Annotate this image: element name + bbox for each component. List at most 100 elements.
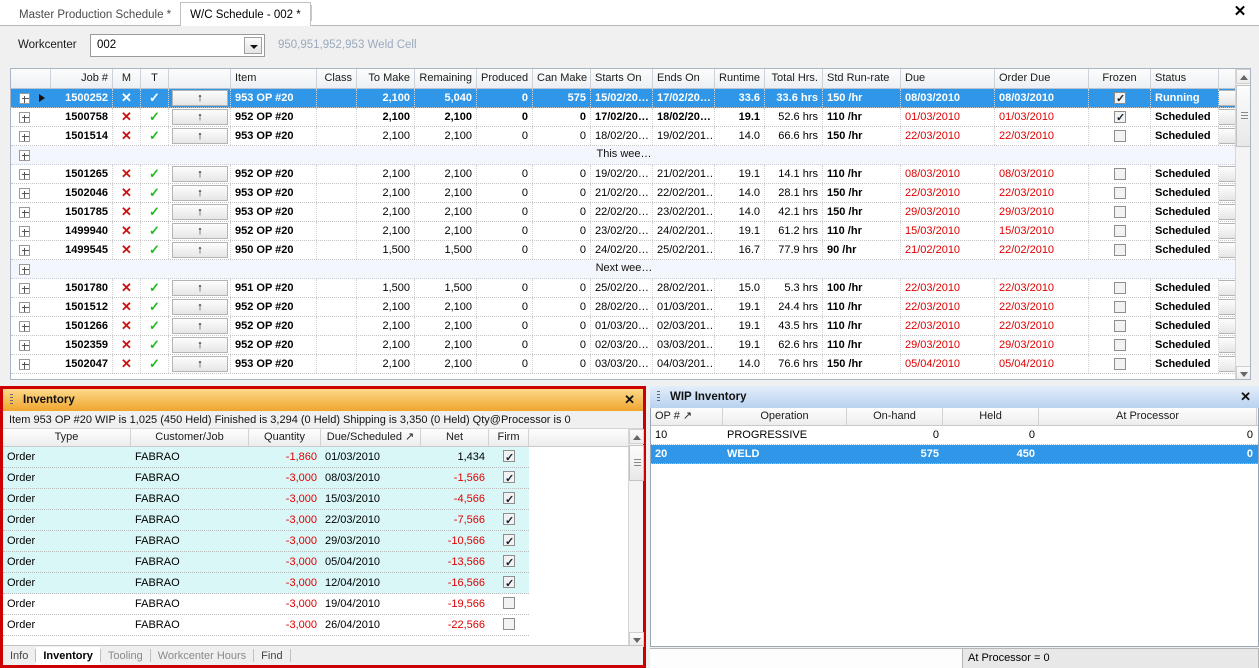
inventory-column-header-firm[interactable]: Firm: [489, 429, 529, 446]
expand-icon[interactable]: [19, 245, 30, 256]
expand-icon[interactable]: [19, 188, 30, 199]
expand-icon[interactable]: [19, 93, 30, 104]
column-header-order_due[interactable]: Order Due: [995, 69, 1089, 88]
check-tick-icon[interactable]: ✓: [141, 317, 169, 335]
column-header-m[interactable]: M: [113, 69, 141, 88]
wip-grid-body[interactable]: 10 PROGRESSIVE 0 0 0 20 WELD 575 450 0: [651, 426, 1258, 646]
frozen-checkbox[interactable]: [1114, 244, 1126, 256]
inventory-column-header-due[interactable]: Due/Scheduled ↗: [321, 429, 421, 446]
table-row[interactable]: 1502046 ✕ ✓ ↑ 953 OP #20 2,100 2,100 0 0 21/02/20…: [11, 184, 1237, 203]
grid-group-row[interactable]: This wee…: [11, 146, 1237, 165]
scroll-down-icon[interactable]: [1236, 366, 1250, 379]
table-row[interactable]: 1500252 ✕ ✓ ↑ 953 OP #20 2,100 5,040 0 575 15/02/…: [11, 89, 1237, 108]
check-tick-icon[interactable]: ✓: [141, 89, 169, 107]
firm-checkbox[interactable]: [503, 597, 515, 609]
table-row[interactable]: 1501780 ✕ ✓ ↑ 951 OP #20 1,500 1,500 0 0 25/02/20…: [11, 279, 1237, 298]
inventory-row[interactable]: Order FABRAO -3,000 19/04/2010 -19,566: [3, 594, 529, 615]
frozen-checkbox[interactable]: [1114, 301, 1126, 313]
inventory-grid[interactable]: Type Customer/Job Quantity Due/Scheduled ↗ N…: [3, 429, 644, 647]
wip-row[interactable]: 10 PROGRESSIVE 0 0 0: [651, 426, 1258, 445]
panel-tab-inventory[interactable]: Inventory: [36, 646, 100, 665]
frozen-checkbox[interactable]: [1114, 109, 1126, 126]
frozen-checkbox[interactable]: [1114, 339, 1126, 351]
grid-group-row[interactable]: Next wee…: [11, 260, 1237, 279]
frozen-checkbox[interactable]: [1114, 358, 1126, 370]
check-tick-icon[interactable]: ✓: [141, 203, 169, 221]
frozen-checkbox[interactable]: [1114, 90, 1126, 107]
inventory-bottom-tabs[interactable]: Info Inventory Tooling Workcenter Hours Find: [3, 645, 643, 665]
panel-tab-find[interactable]: Find: [254, 647, 289, 665]
wip-row[interactable]: 20 WELD 575 450 0: [651, 445, 1258, 464]
table-row[interactable]: 1499940 ✕ ✓ ↑ 952 OP #20 2,100 2,100 0 0 23/02/20…: [11, 222, 1237, 241]
frozen-checkbox[interactable]: [1114, 282, 1126, 294]
column-header-up[interactable]: [169, 69, 231, 88]
frozen-checkbox[interactable]: [1114, 187, 1126, 199]
inventory-column-header-type[interactable]: Type: [3, 429, 131, 446]
wip-column-header-on_hand[interactable]: On-hand: [847, 408, 943, 425]
frozen-checkbox[interactable]: [1114, 206, 1126, 218]
column-header-remaining[interactable]: Remaining: [415, 69, 477, 88]
firm-checkbox[interactable]: [503, 511, 515, 530]
expand-icon[interactable]: [19, 169, 30, 180]
column-header-can_make[interactable]: Can Make: [533, 69, 591, 88]
cancel-x-icon[interactable]: ✕: [113, 184, 141, 202]
cancel-x-icon[interactable]: ✕: [113, 165, 141, 183]
firm-checkbox[interactable]: [503, 553, 515, 572]
wip-column-header-op[interactable]: OP # ↗: [651, 408, 723, 425]
cancel-x-icon[interactable]: ✕: [113, 317, 141, 335]
move-up-button[interactable]: ↑: [172, 318, 228, 334]
cancel-x-icon[interactable]: ✕: [113, 336, 141, 354]
move-up-button[interactable]: ↑: [172, 109, 228, 125]
cancel-x-icon[interactable]: ✕: [113, 89, 141, 107]
move-up-button[interactable]: ↑: [172, 280, 228, 296]
table-row[interactable]: 1501266 ✕ ✓ ↑ 952 OP #20 2,100 2,100 0 0 01/03/20…: [11, 317, 1237, 336]
inventory-row[interactable]: Order FABRAO -3,000 15/03/2010 -4,566: [3, 489, 529, 510]
inventory-row[interactable]: Order FABRAO -3,000 12/04/2010 -16,566: [3, 573, 529, 594]
frozen-checkbox[interactable]: [1114, 130, 1126, 142]
wip-column-header-at_processor[interactable]: At Processor: [1039, 408, 1257, 425]
inventory-column-header-customer[interactable]: Customer/Job: [131, 429, 249, 446]
move-up-button[interactable]: ↑: [172, 204, 228, 220]
inventory-row[interactable]: Order FABRAO -3,000 26/04/2010 -22,566: [3, 615, 529, 636]
firm-checkbox[interactable]: [503, 448, 515, 467]
wip-column-header-operation[interactable]: Operation: [723, 408, 847, 425]
check-tick-icon[interactable]: ✓: [141, 298, 169, 316]
move-up-button[interactable]: ↑: [172, 223, 228, 239]
scrollbar-thumb[interactable]: [629, 445, 644, 481]
scroll-up-icon[interactable]: [629, 429, 644, 444]
check-tick-icon[interactable]: ✓: [141, 279, 169, 297]
cancel-x-icon[interactable]: ✕: [113, 279, 141, 297]
firm-checkbox[interactable]: [503, 469, 515, 488]
expand-icon[interactable]: [19, 207, 30, 218]
firm-checkbox[interactable]: [503, 574, 515, 593]
expand-icon[interactable]: [19, 302, 30, 313]
workcenter-select[interactable]: 002: [90, 34, 265, 57]
wip-grid[interactable]: OP # ↗ Operation On-hand Held At Processor 1…: [650, 408, 1259, 647]
check-tick-icon[interactable]: ✓: [141, 184, 169, 202]
schedule-grid-body[interactable]: 1500252 ✕ ✓ ↑ 953 OP #20 2,100 5,040 0 575 15/02/…: [11, 89, 1250, 379]
column-header-to_make[interactable]: To Make: [357, 69, 415, 88]
check-tick-icon[interactable]: ✓: [141, 222, 169, 240]
cancel-x-icon[interactable]: ✕: [113, 127, 141, 145]
column-header-frozen[interactable]: Frozen: [1089, 69, 1151, 88]
inventory-row[interactable]: Order FABRAO -3,000 22/03/2010 -7,566: [3, 510, 529, 531]
table-row[interactable]: 1501265 ✕ ✓ ↑ 952 OP #20 2,100 2,100 0 0 19/02/20…: [11, 165, 1237, 184]
column-header-starts_on[interactable]: Starts On: [591, 69, 653, 88]
move-up-button[interactable]: ↑: [172, 337, 228, 353]
table-row[interactable]: 1501512 ✕ ✓ ↑ 952 OP #20 2,100 2,100 0 0 28/02/20…: [11, 298, 1237, 317]
close-icon[interactable]: ✕: [1229, 2, 1251, 22]
schedule-grid-scrollbar[interactable]: [1235, 69, 1250, 379]
scrollbar-thumb[interactable]: [1236, 85, 1250, 147]
check-tick-icon[interactable]: ✓: [141, 127, 169, 145]
inventory-grid-body[interactable]: Order FABRAO -1,860 01/03/2010 1,434 Order FAB…: [3, 447, 643, 646]
close-icon[interactable]: ✕: [1240, 386, 1251, 408]
inventory-column-header-quantity[interactable]: Quantity: [249, 429, 321, 446]
document-tab-0[interactable]: Master Production Schedule *: [10, 4, 180, 26]
inventory-column-header-net[interactable]: Net: [421, 429, 489, 446]
cancel-x-icon[interactable]: ✕: [113, 241, 141, 259]
table-row[interactable]: 1501514 ✕ ✓ ↑ 953 OP #20 2,100 2,100 0 0 18/02/20…: [11, 127, 1237, 146]
document-tab-1[interactable]: W/C Schedule - 002 *: [180, 2, 311, 26]
expand-icon[interactable]: [19, 321, 30, 332]
column-header-job[interactable]: Job #: [51, 69, 113, 88]
cancel-x-icon[interactable]: ✕: [113, 108, 141, 126]
